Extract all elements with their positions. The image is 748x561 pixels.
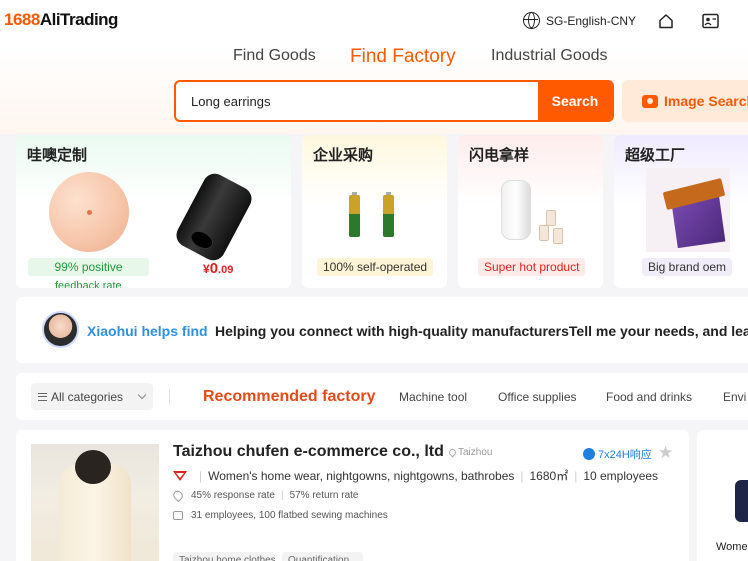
chevron-down-icon <box>137 390 147 400</box>
promo-card-super-factory[interactable]: 超级工厂 Big brand oem <box>614 135 748 288</box>
chat-icon <box>583 448 595 460</box>
promo-title: 闪电拿样 <box>469 147 530 164</box>
factory-image[interactable] <box>31 444 159 561</box>
side-product-image <box>735 480 748 522</box>
all-categories-dropdown[interactable]: All categories <box>31 383 153 410</box>
category-machine-tool[interactable]: Machine tool <box>399 390 467 404</box>
product-image-cylinder[interactable] <box>172 169 256 265</box>
product-image-vial <box>553 228 563 244</box>
brand-badge-icon <box>173 470 187 481</box>
promo-card-samples[interactable]: 闪电拿样 Super hot product <box>458 135 603 288</box>
hot-product-badge: Super hot product <box>478 258 586 276</box>
product-image-battery <box>349 192 360 237</box>
location-label: Taizhou <box>458 447 493 458</box>
separator: | <box>280 490 284 501</box>
logo-number: 1688 <box>4 10 40 29</box>
factory-tag[interactable]: Taizhou home clothes <box>173 552 275 561</box>
price-decimal: .09 <box>218 264 234 276</box>
factory-tag[interactable]: Quantification <box>282 552 363 561</box>
chat-button[interactable]: 7x24H响应 <box>583 446 652 462</box>
logo-text: AliTrading <box>39 10 119 29</box>
assistant-bar[interactable]: Xiaohui helps find Helping you connect w… <box>16 297 748 363</box>
factory-employees: 10 employees <box>583 468 659 483</box>
promo-title: 企业采购 <box>313 147 374 164</box>
globe-icon <box>523 12 540 29</box>
assistant-message: Helping you connect with high-quality ma… <box>215 323 748 339</box>
product-image-battery <box>383 192 394 237</box>
id-card-icon[interactable] <box>702 13 719 29</box>
price-integer: 0 <box>209 260 219 277</box>
side-product-card[interactable]: Women <box>697 430 748 561</box>
top-bar: 1688AliTrading SG-English-CNY <box>0 0 748 44</box>
factory-card[interactable]: Taizhou chufen e-commerce co., ltd Taizh… <box>16 430 689 561</box>
factory-main-info: | Women's home wear, nightgowns, nightgo… <box>173 467 658 484</box>
separator: | <box>520 468 524 483</box>
category-bar: All categories Recommended factory Machi… <box>16 373 748 420</box>
separator: | <box>199 468 203 483</box>
rating-badge-sub: feedback rate <box>55 280 122 288</box>
tab-industrial-goods[interactable]: Industrial Goods <box>491 47 608 65</box>
image-search-button[interactable]: Image Search <box>622 80 748 122</box>
camera-icon <box>642 94 658 108</box>
promo-card-enterprise[interactable]: 企业采购 100% self-operated <box>302 135 447 288</box>
tab-find-goods[interactable]: Find Goods <box>233 47 316 65</box>
brand-oem-badge: Big brand oem <box>642 258 733 276</box>
factory-name[interactable]: Taizhou chufen e-commerce co., ltd <box>173 443 444 461</box>
chat-label: 7x24H响应 <box>598 449 652 461</box>
location-pin-icon <box>447 447 458 458</box>
response-rate: 45% response rate <box>191 490 275 501</box>
factory-rates: 45% response rate | 57% return rate <box>171 488 359 503</box>
promo-card-custom[interactable]: 哇噢定制 99% positive feedback rate ¥0.09 <box>16 135 291 288</box>
tab-find-factory[interactable]: Find Factory <box>350 46 456 68</box>
product-price: ¥0.09 <box>203 260 233 278</box>
factory-equipment: 31 employees, 100 flatbed sewing machine… <box>173 510 388 521</box>
language-selector[interactable]: SG-English-CNY <box>523 12 636 29</box>
factory-location: Taizhou <box>447 447 493 458</box>
promo-title: 哇噢定制 <box>27 147 88 164</box>
tab-recommended-factory[interactable]: Recommended factory <box>203 388 376 406</box>
self-operated-badge: 100% self-operated <box>317 258 434 276</box>
home-icon[interactable] <box>658 13 674 29</box>
thumbs-up-icon <box>173 511 183 520</box>
heart-icon <box>171 488 185 503</box>
assistant-name[interactable]: Xiaohui helps find <box>87 323 208 339</box>
all-categories-label: All categories <box>51 389 124 404</box>
divider <box>169 389 170 404</box>
category-office-supplies[interactable]: Office supplies <box>498 390 577 404</box>
search-button[interactable]: Search <box>538 82 612 120</box>
category-environment[interactable]: Envi <box>723 390 746 404</box>
price-currency: ¥ <box>203 262 210 276</box>
category-food-drinks[interactable]: Food and drinks <box>606 390 692 404</box>
language-label: SG-English-CNY <box>546 13 637 28</box>
favorite-star-icon[interactable]: ★ <box>658 443 673 463</box>
side-product-label: Women <box>716 541 748 553</box>
separator: | <box>574 468 578 483</box>
site-logo[interactable]: 1688AliTrading <box>4 10 118 30</box>
rating-badge: 99% positive <box>28 258 149 276</box>
assistant-avatar <box>42 311 79 348</box>
factory-products: Women's home wear, nightgowns, nightgown… <box>208 468 515 483</box>
image-search-label: Image Search <box>664 93 748 109</box>
equipment-text: 31 employees, 100 flatbed sewing machine… <box>191 510 388 521</box>
menu-icon <box>38 392 47 401</box>
search-input[interactable] <box>176 82 540 120</box>
product-image-vial <box>539 225 549 241</box>
return-rate: 57% return rate <box>289 490 359 501</box>
promo-title: 超级工厂 <box>625 147 686 164</box>
product-image-sphere[interactable] <box>49 172 129 252</box>
factory-area: 1680㎡ <box>529 469 569 483</box>
search-box: Search <box>174 80 614 122</box>
product-image-device <box>501 180 531 240</box>
product-image-vial <box>546 210 556 226</box>
model-head <box>75 450 111 484</box>
